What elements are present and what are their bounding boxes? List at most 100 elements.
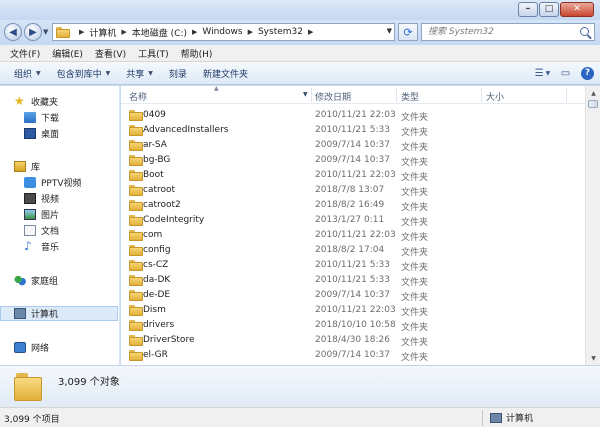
table-row[interactable]: catroot2 2018/8/2 16:49 文件夹 (121, 198, 585, 213)
refresh-button[interactable]: ⟳ (398, 23, 418, 41)
burn-button[interactable]: 刻录 (161, 67, 195, 80)
table-row[interactable]: Boot 2010/11/21 22:03 文件夹 (121, 168, 585, 183)
chevron-right-icon[interactable]: ▶ (308, 28, 313, 36)
search-input[interactable] (422, 24, 572, 40)
table-row[interactable]: de-DE 2009/7/14 10:37 文件夹 (121, 288, 585, 303)
file-date: 2009/7/14 10:37 (315, 140, 390, 150)
address-bar[interactable]: ▶ 计算机 ▶ 本地磁盘 (C:) ▶ Windows ▶ System32 ▶… (52, 23, 395, 41)
nav-libraries[interactable]: 库 (14, 159, 40, 174)
folder-icon (129, 200, 143, 211)
maximize-button[interactable]: □ (539, 2, 559, 17)
help-button[interactable]: ? (581, 66, 594, 80)
organize-button[interactable]: 组织 ▼ (6, 67, 49, 80)
new-folder-button[interactable]: 新建文件夹 (195, 67, 256, 80)
table-row[interactable]: DriverStore 2018/4/30 18:26 文件夹 (121, 333, 585, 348)
recent-pages-dropdown[interactable]: ▼ (43, 28, 48, 36)
table-row[interactable]: da-DK 2010/11/21 5:33 文件夹 (121, 273, 585, 288)
column-divider[interactable] (481, 88, 482, 102)
nav-documents[interactable]: 文档 (24, 223, 59, 238)
file-type: 文件夹 (401, 263, 429, 273)
table-row[interactable]: AdvancedInstallers 2010/11/21 5:33 文件夹 (121, 123, 585, 138)
nav-favorites[interactable]: ★ 收藏夹 (14, 94, 58, 109)
forward-button[interactable]: ▶ (24, 23, 42, 41)
chevron-down-icon: ▼ (545, 69, 551, 77)
nav-downloads[interactable]: 下载 (24, 110, 59, 125)
table-row[interactable]: 0409 2010/11/21 22:03 文件夹 (121, 108, 585, 123)
column-divider[interactable] (396, 88, 397, 102)
folder-icon (129, 215, 143, 226)
scroll-down-icon[interactable]: ▼ (586, 351, 600, 365)
object-count: 3,099 个对象 (58, 377, 120, 388)
breadcrumb-system32[interactable]: System32 (258, 27, 303, 37)
picture-icon (24, 209, 36, 220)
chevron-right-icon[interactable]: ▶ (121, 28, 126, 36)
window-controls: – □ ✕ (518, 2, 594, 17)
nav-label: 图片 (41, 211, 60, 221)
address-row: ◀ ▶ ▼ ▶ 计算机 ▶ 本地磁盘 (C:) ▶ Windows ▶ Syst… (0, 20, 600, 45)
status-divider (482, 410, 483, 426)
table-row[interactable]: config 2018/8/2 17:04 文件夹 (121, 243, 585, 258)
vertical-scrollbar[interactable]: ▲ ▼ (585, 86, 600, 365)
table-row[interactable]: drivers 2018/10/10 10:58 文件夹 (121, 318, 585, 333)
address-dropdown-icon[interactable]: ▼ (387, 27, 392, 35)
column-header-size[interactable]: 大小 (486, 90, 504, 103)
column-header-name[interactable]: 名称 (129, 90, 147, 103)
table-row[interactable]: cs-CZ 2010/11/21 5:33 文件夹 (121, 258, 585, 273)
item-count: 3,099 个项目 (4, 415, 60, 425)
chevron-right-icon[interactable]: ▶ (192, 28, 197, 36)
menu-view[interactable]: 查看(V) (89, 47, 132, 60)
nav-network[interactable]: 网络 (14, 340, 49, 355)
nav-videos[interactable]: 视频 (24, 191, 59, 206)
nav-homegroup[interactable]: 家庭组 (14, 273, 58, 288)
chevron-right-icon[interactable]: ▶ (248, 28, 253, 36)
preview-pane-icon: ▭ (560, 67, 571, 79)
network-icon (14, 342, 26, 353)
organize-label: 组织 (14, 69, 33, 80)
preview-pane-button[interactable]: ▭ (558, 66, 573, 80)
minimize-button[interactable]: – (518, 2, 538, 17)
table-row[interactable]: el-GR 2009/7/14 10:37 文件夹 (121, 348, 585, 363)
table-row[interactable]: Dism 2010/11/21 22:03 文件夹 (121, 303, 585, 318)
file-name: com (143, 230, 163, 240)
table-row[interactable]: bg-BG 2009/7/14 10:37 文件夹 (121, 153, 585, 168)
nav-desktop[interactable]: 桌面 (24, 126, 59, 141)
breadcrumb-computer[interactable]: 计算机 (89, 26, 116, 39)
change-view-button[interactable]: ☰ ▼ (535, 66, 551, 80)
column-divider[interactable] (566, 88, 567, 102)
file-name: catroot (143, 185, 176, 195)
nav-computer[interactable]: 计算机 (0, 306, 118, 321)
column-header-type[interactable]: 类型 (401, 90, 419, 103)
back-button[interactable]: ◀ (4, 23, 22, 41)
file-date: 2009/7/14 10:37 (315, 290, 390, 300)
breadcrumb-local-disk[interactable]: 本地磁盘 (C:) (132, 26, 187, 39)
folder-icon (129, 125, 143, 136)
table-row[interactable]: com 2010/11/21 22:03 文件夹 (121, 228, 585, 243)
table-row[interactable]: catroot 2018/7/8 13:07 文件夹 (121, 183, 585, 198)
menu-file[interactable]: 文件(F) (4, 47, 46, 60)
share-button[interactable]: 共享 ▼ (118, 67, 161, 80)
scroll-up-icon[interactable]: ▲ (586, 86, 600, 100)
column-header-date[interactable]: 修改日期 (315, 90, 351, 103)
menu-help[interactable]: 帮助(H) (175, 47, 219, 60)
breadcrumb-windows[interactable]: Windows (202, 27, 242, 37)
menu-tools[interactable]: 工具(T) (132, 47, 175, 60)
nav-music[interactable]: ♪ 音乐 (24, 239, 59, 254)
table-row[interactable]: ar-SA 2009/7/14 10:37 文件夹 (121, 138, 585, 153)
close-button[interactable]: ✕ (560, 2, 594, 17)
search-icon[interactable] (580, 27, 589, 36)
column-divider[interactable] (311, 88, 312, 102)
file-type: 文件夹 (401, 173, 429, 183)
column-filter-dropdown-icon[interactable]: ▼ (303, 91, 308, 98)
search-box[interactable] (421, 23, 595, 41)
folder-icon (129, 350, 143, 361)
include-in-library-button[interactable]: 包含到库中 ▼ (49, 67, 119, 80)
table-row[interactable]: CodeIntegrity 2013/1/27 0:11 文件夹 (121, 213, 585, 228)
nav-pictures[interactable]: 图片 (24, 207, 59, 222)
menu-edit[interactable]: 编辑(E) (46, 47, 89, 60)
chevron-right-icon[interactable]: ▶ (79, 28, 84, 36)
nav-pptv[interactable]: PPTV视频 (24, 175, 82, 190)
homegroup-icon (14, 275, 26, 286)
folder-icon (129, 245, 143, 256)
file-type: 文件夹 (401, 248, 429, 258)
scroll-thumb[interactable] (588, 100, 598, 108)
